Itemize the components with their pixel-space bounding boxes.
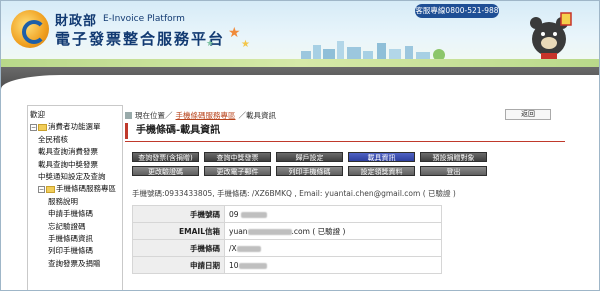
breadcrumb-prefix: 現在位置／ <box>135 110 173 120</box>
email-value-start: yuan <box>229 226 248 236</box>
sidebar-item-label: 載具查詢消費發票 <box>38 147 98 157</box>
sidebar-item-label: 列印手機條碼 <box>48 246 93 256</box>
title-divider <box>125 141 565 142</box>
page-title: 手機條碼-載具資訊 <box>125 123 425 139</box>
sidebar-item-audit[interactable]: 全民稽核 <box>30 134 120 146</box>
barcode-label: 手機條碼 <box>132 239 225 257</box>
sidebar-item-print-barcode[interactable]: 列印手機條碼 <box>30 245 120 257</box>
agency-name-en: E-Invoice Platform <box>103 14 185 24</box>
collapse-icon[interactable]: − <box>30 124 37 132</box>
header-grass-strip <box>1 59 599 67</box>
table-row: EMAIL信箱 yuan .com ( 已驗證 ) <box>132 222 442 240</box>
sidebar-item-carrier-winning[interactable]: 載具查詢中獎發票 <box>30 159 120 171</box>
location-icon <box>125 111 132 119</box>
redacted-block <box>240 211 267 218</box>
sidebar-item-label: 歡迎 <box>30 110 45 119</box>
sidebar-item-label: 手機條碼資訊 <box>48 234 93 244</box>
star-icon: ★ <box>228 25 241 41</box>
bear-mascot-illustration <box>530 12 572 59</box>
redacted-block <box>247 228 292 235</box>
sidebar-item-label: 服務說明 <box>48 196 78 206</box>
email-value-end: .com ( 已驗證 ) <box>291 226 346 236</box>
sidebar-item-carrier-invoices[interactable]: 載具查詢消費發票 <box>30 146 120 158</box>
account-summary: 手機號碼:0933433805, 手機條碼: /XZ6BMKQ , Email:… <box>132 189 456 198</box>
main-content: 現在位置／ 手機條碼服務專區 ／載具資訊 返回 手機條碼-載具資訊 查詢發票(含… <box>125 105 565 290</box>
hotline-badge: 客服專線0800-521-988 <box>415 4 499 18</box>
sidebar-item-mobile-barcode-area[interactable]: − 手機條碼服務專區 <box>30 183 120 195</box>
phone-label: 手機號碼 <box>132 205 225 223</box>
carrier-info-table: 手機號碼 09 EMAIL信箱 yuan .com ( 已驗證 ) 手機條碼 /X… <box>132 205 442 274</box>
sidebar-item-consumer-menu[interactable]: − 消費者功能選單 <box>30 121 120 133</box>
barcode-value-text: /X <box>229 243 237 253</box>
logout-button[interactable]: 登出 <box>420 166 487 176</box>
site-header: 財政部 E-Invoice Platform 電子發票整合服務平台 客服專線08… <box>1 1 599 67</box>
sidebar-item-service-info[interactable]: 服務說明 <box>30 196 120 208</box>
table-row: 手機條碼 /X <box>132 239 442 257</box>
agency-name: 財政部 <box>55 14 98 29</box>
sidebar-item-label: 全民稽核 <box>38 134 68 144</box>
change-email-button[interactable]: 更改電子郵件 <box>204 166 271 176</box>
carrier-info-button[interactable]: 載具資訊 <box>348 152 415 162</box>
print-barcode-button[interactable]: 列印手機條碼 <box>276 166 343 176</box>
sidebar-item-welcome[interactable]: 歡迎 <box>30 109 120 121</box>
barcode-value: /X <box>224 239 442 257</box>
table-row: 申請日期 10 <box>132 256 442 274</box>
navigation-bar-curve <box>1 75 599 91</box>
sidebar-item-winning-notify[interactable]: 中獎通知設定及查詢 <box>30 171 120 183</box>
query-winning-button[interactable]: 查詢中獎發票 <box>204 152 271 162</box>
email-label: EMAIL信箱 <box>132 222 225 240</box>
sidebar-item-label: 中獎通知設定及查詢 <box>38 172 106 182</box>
phone-value-text: 09 <box>229 209 239 219</box>
apply-date-value-text: 10 <box>229 260 239 270</box>
breadcrumb: 現在位置／ 手機條碼服務專區 ／載具資訊 <box>125 109 276 121</box>
redacted-block <box>238 262 267 269</box>
sidebar-item-apply-barcode[interactable]: 申請手機條碼 <box>30 208 120 220</box>
change-code-button[interactable]: 更改驗證碼 <box>132 166 199 176</box>
einvoice-logo-icon <box>11 10 49 48</box>
sidebar-item-label: 消費者功能選單 <box>48 122 101 132</box>
folder-icon <box>38 124 47 132</box>
phone-value: 09 <box>224 205 442 223</box>
folder-icon <box>46 186 55 194</box>
sidebar-item-forgot-code[interactable]: 忘記驗證碼 <box>30 221 120 233</box>
query-invoices-button[interactable]: 查詢發票(含捐贈) <box>132 152 199 162</box>
star-icon: ★ <box>241 39 250 50</box>
sidebar-item-label: 載具查詢中獎發票 <box>38 159 98 169</box>
sidebar-item-label: 申請手機條碼 <box>48 209 93 219</box>
sidebar-menu: 歡迎 − 消費者功能選單 全民稽核 載具查詢消費發票 載具查詢中獎發票 中獎通知設… <box>27 105 123 290</box>
default-donation-button[interactable]: 預設捐贈對象 <box>420 152 487 162</box>
back-button[interactable]: 返回 <box>505 109 551 120</box>
apply-date-value: 10 <box>224 256 442 274</box>
sidebar-item-barcode-info[interactable]: 手機條碼資訊 <box>30 233 120 245</box>
page: 財政部 E-Invoice Platform 電子發票整合服務平台 客服專線08… <box>0 0 600 291</box>
redacted-block <box>236 245 261 252</box>
sidebar-item-label: 手機條碼服務專區 <box>56 184 116 194</box>
email-value: yuan .com ( 已驗證 ) <box>224 222 442 240</box>
sidebar-item-label: 忘記驗證碼 <box>48 221 86 231</box>
apply-date-label: 申請日期 <box>132 256 225 274</box>
city-skyline-illustration <box>301 41 445 61</box>
prize-info-button[interactable]: 設定領獎資料 <box>348 166 415 176</box>
breadcrumb-current: ／載具資訊 <box>238 110 277 120</box>
sidebar-item-label: 查詢發票及捐贈 <box>48 258 101 268</box>
platform-title: 電子發票整合服務平台 <box>55 30 226 48</box>
sidebar-item-query-invoices[interactable]: 查詢發票及捐贈 <box>30 258 120 270</box>
collapse-icon[interactable]: − <box>38 186 45 194</box>
table-row: 手機號碼 09 <box>132 205 442 223</box>
breadcrumb-link[interactable]: 手機條碼服務專區 <box>176 110 236 121</box>
account-link-button[interactable]: 歸戶設定 <box>276 152 343 162</box>
star-icon: ★ <box>206 39 215 49</box>
